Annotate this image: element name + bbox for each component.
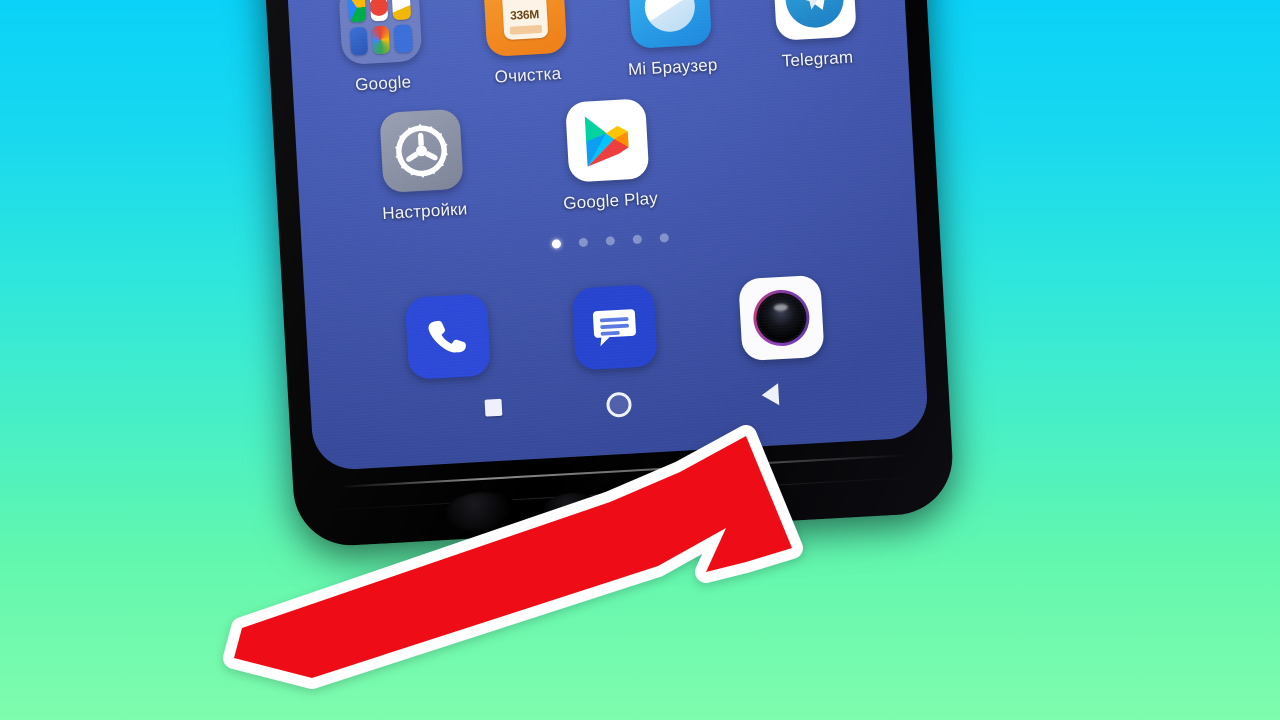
gear-glyph [394,123,449,178]
mini-icon-photos [371,24,391,55]
phone-handset-icon [428,320,467,353]
nav-recents-button[interactable] [484,398,503,417]
settings-gear-icon [379,108,464,193]
app-label: Google Play [562,188,659,213]
mini-icon-gmail [369,0,389,21]
mi-browser-icon [627,0,712,49]
dock-item-camera[interactable] [737,274,825,362]
app-icon-mi-browser[interactable]: Mi Браузер [608,0,732,81]
app-icon-cleaner[interactable]: 336M Очистка [463,0,587,89]
page-indicator [302,219,918,262]
dock-item-phone[interactable] [405,293,492,380]
mini-icon-meet [348,26,368,56]
cleaner-icon: 336M [482,0,567,58]
app-icon-settings[interactable]: Настройки [360,108,484,225]
page-dot-5[interactable] [659,233,669,243]
mini-icon-drive [347,0,367,23]
phone-device: Google 336M Очистка Mi Браузер Telegram … [254,0,956,549]
phone-screen: Google 336M Очистка Mi Браузер Telegram … [277,0,930,472]
page-dot-3[interactable] [605,236,615,246]
nav-back-button[interactable] [761,383,780,407]
play-triangle-glyph [584,116,629,167]
google-folder-icon [337,0,422,66]
cleaner-size-badge: 336M [509,7,540,23]
trash-bin-icon: 336M [501,0,548,41]
app-icon-google-folder[interactable]: Google [319,0,443,97]
mini-icon-contacts [393,23,413,54]
app-label: Очистка [494,63,562,87]
camera-lens-icon [751,288,811,348]
telegram-icon [771,0,857,41]
google-play-icon [565,98,650,183]
page-dot-4[interactable] [632,234,642,245]
mi-browser-glyph [643,0,696,34]
dock-item-messages[interactable] [571,284,658,371]
camera-lens-glass [756,293,806,343]
message-bubble-icon [592,309,636,347]
square-recents-icon [484,398,503,417]
page-dot-1[interactable] [551,239,561,249]
app-label: Google [354,72,412,95]
nav-home-button[interactable] [605,391,633,418]
dock [305,269,925,385]
circle-home-icon [605,391,633,418]
triangle-back-icon [761,383,780,407]
app-label: Telegram [781,47,854,71]
page-dot-2[interactable] [578,237,588,248]
app-label: Mi Браузер [627,55,718,80]
app-icon-telegram[interactable]: Telegram [753,0,877,73]
telegram-circle [783,0,845,30]
app-row-1: Google 336M Очистка Mi Браузер Telegram [287,0,908,99]
app-row-2: Настройки Google Play [294,83,915,228]
app-label: Настройки [381,199,468,224]
mini-icon-keep [391,0,411,20]
paper-plane-icon [800,0,827,10]
app-icon-google-play[interactable]: Google Play [546,97,670,214]
